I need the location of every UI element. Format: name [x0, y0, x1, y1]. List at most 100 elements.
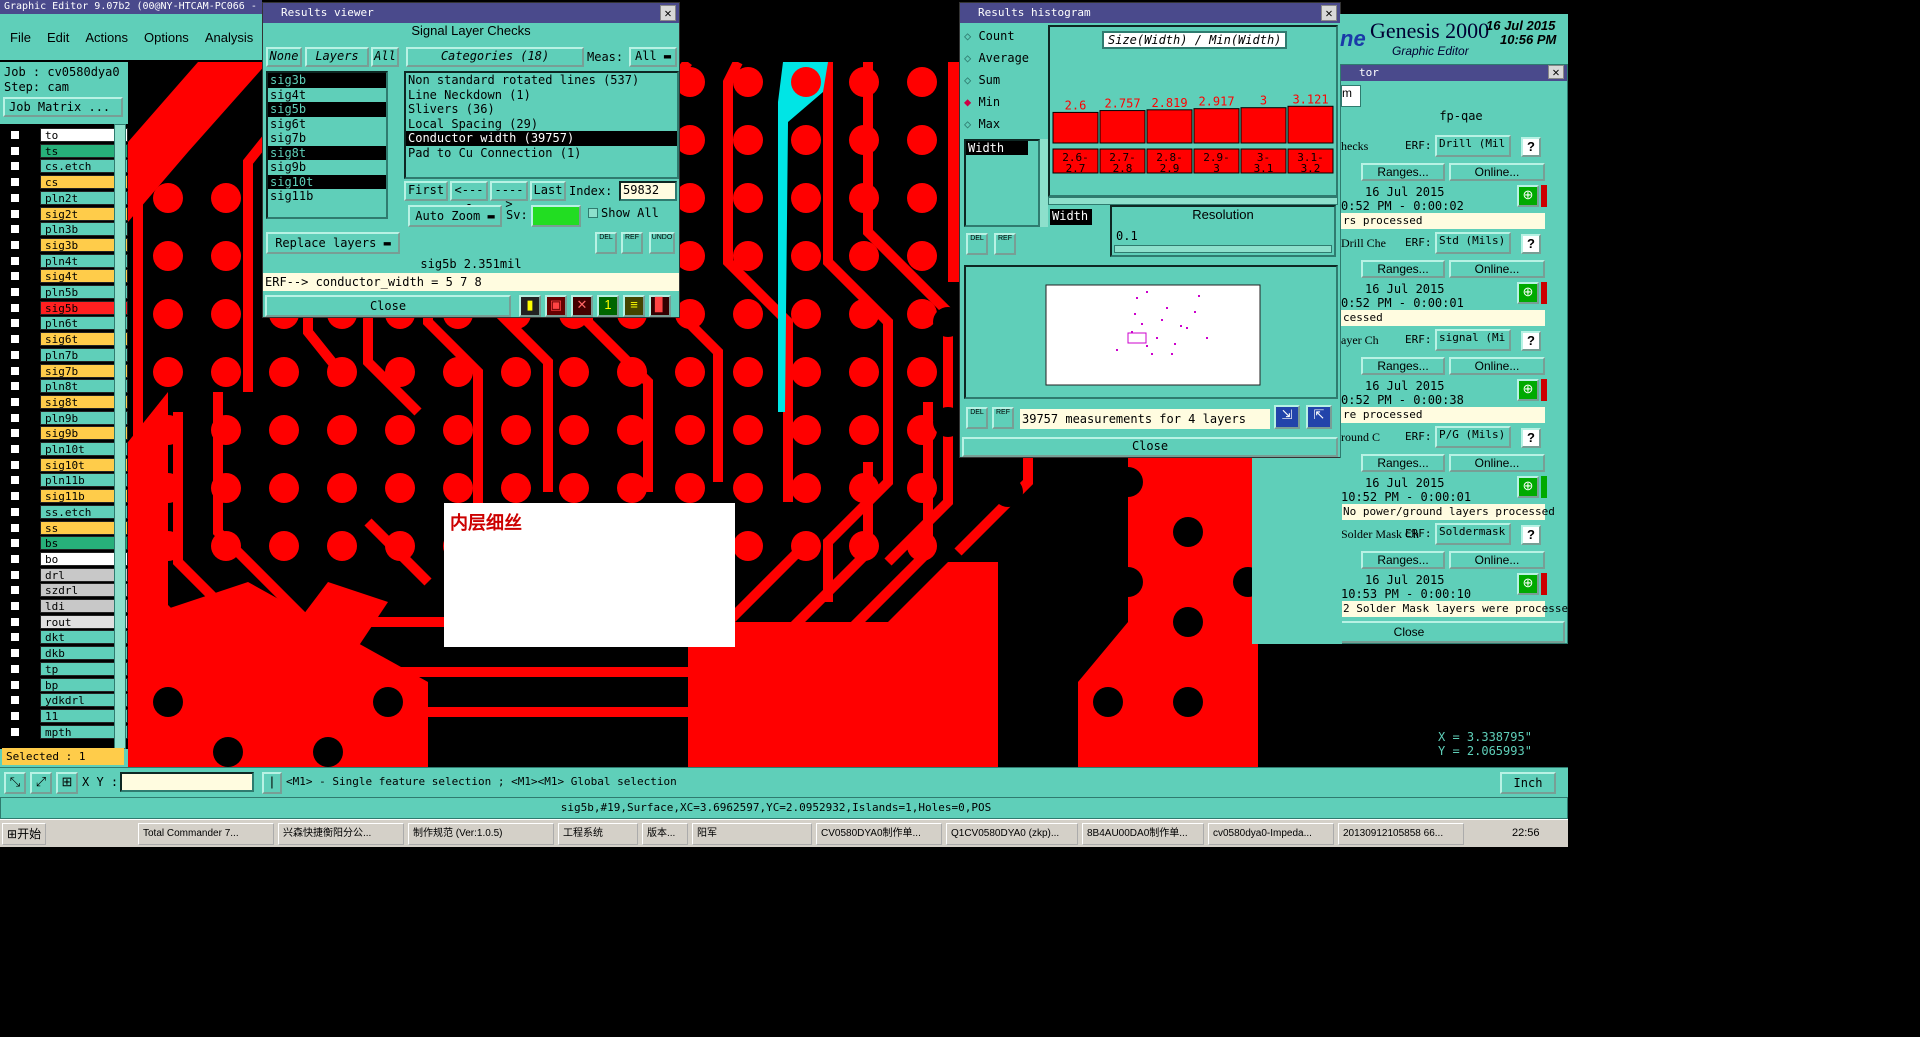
zoom-icon[interactable]: ⊕ — [1517, 282, 1539, 304]
show-all-checkbox[interactable] — [588, 208, 598, 218]
taskbar-item[interactable]: CV0580DYA0制作单... — [816, 823, 942, 845]
layer-checkbox[interactable] — [10, 710, 20, 721]
layer-row[interactable]: mpth — [6, 724, 128, 739]
h-del-button[interactable]: DEL — [966, 233, 988, 255]
replace-layers-dropdown[interactable]: Replace layers ▬ — [266, 232, 400, 254]
layer-row[interactable]: pln6t — [6, 316, 128, 331]
sv-color-dropdown[interactable] — [531, 205, 581, 227]
minimap[interactable] — [964, 265, 1338, 399]
histogram-bar[interactable] — [1287, 105, 1334, 144]
layer-checkbox[interactable] — [10, 287, 20, 297]
result-layer-item[interactable]: sig6t — [268, 117, 386, 132]
layer-row[interactable]: szdrl — [6, 583, 128, 598]
del-button[interactable]: DEL — [595, 232, 617, 254]
layer-row[interactable]: ss — [6, 520, 128, 535]
checklist-titlebar[interactable]: tor ✕ — [1341, 65, 1567, 81]
layer-checkbox[interactable] — [10, 428, 20, 439]
layer-checkbox[interactable] — [10, 522, 20, 533]
rv-tool-icon-2[interactable]: ▣ — [545, 295, 567, 317]
layer-checkbox[interactable] — [10, 130, 20, 140]
units-label[interactable]: Inch — [1500, 772, 1556, 794]
result-layer-item[interactable]: sig10t — [268, 174, 386, 189]
layer-checkbox[interactable] — [10, 349, 20, 360]
layer-checkbox[interactable] — [10, 679, 20, 690]
layer-checkbox[interactable] — [10, 538, 20, 549]
layer-row[interactable]: dkt — [6, 630, 128, 645]
check-name[interactable]: Drill Che — [1341, 236, 1386, 251]
field-vscroll[interactable] — [1040, 139, 1048, 227]
next-button[interactable]: ----> — [490, 181, 528, 211]
ranges-button[interactable]: Ranges... — [1361, 357, 1445, 375]
category-item[interactable]: Pad to Cu Connection (1) — [406, 146, 677, 161]
prev-button[interactable]: <---- — [450, 181, 488, 211]
checklist-close-icon[interactable]: ✕ — [1548, 65, 1564, 79]
layer-checkbox[interactable] — [10, 177, 20, 188]
layer-checkbox[interactable] — [10, 255, 20, 266]
layer-checkbox[interactable] — [10, 648, 20, 659]
layer-row[interactable]: bp — [6, 677, 128, 692]
results-viewer-titlebar[interactable]: Results viewer ✕ — [263, 3, 679, 23]
layer-row[interactable]: tp — [6, 661, 128, 676]
pan-tool-icon[interactable]: ⤢ — [30, 772, 52, 794]
layer-row[interactable]: pln3b — [6, 222, 128, 237]
rv-tool-icon-1[interactable]: ▮ — [519, 295, 541, 317]
h-del-button-2[interactable]: DEL — [966, 407, 988, 429]
zoom-icon[interactable]: ⊕ — [1517, 379, 1539, 401]
layer-checkbox[interactable] — [10, 585, 20, 596]
h-export-icon[interactable]: ⇲ — [1274, 405, 1300, 429]
field-selected-box[interactable]: Width — [1050, 209, 1092, 225]
xy-input[interactable] — [120, 772, 254, 792]
layer-checkbox[interactable] — [10, 224, 20, 235]
histogram-bar[interactable] — [1240, 107, 1287, 144]
layer-row[interactable]: sig6t — [6, 332, 128, 347]
taskbar-item[interactable]: cv0580dya0-Impeda... — [1208, 823, 1334, 845]
main-title-bar[interactable]: Graphic Editor 9.07b2 (00@NY-HTCAM-PC066… — [0, 0, 262, 14]
histogram-bar[interactable] — [1146, 109, 1193, 144]
layers-tab[interactable]: Layers — [305, 47, 369, 67]
menu-analysis[interactable]: Analysis — [205, 30, 253, 45]
online-button[interactable]: Online... — [1449, 260, 1545, 278]
layer-checkbox[interactable] — [10, 239, 20, 250]
categories-tab[interactable]: Categories (18) — [406, 47, 584, 67]
online-button[interactable]: Online... — [1449, 551, 1545, 569]
layer-checkbox[interactable] — [10, 663, 20, 674]
auto-zoom-dropdown[interactable]: Auto Zoom ▬ — [408, 205, 502, 227]
histogram-close-button[interactable]: Close — [962, 437, 1338, 457]
zoom-icon[interactable]: ⊕ — [1517, 573, 1539, 595]
layer-row[interactable]: to — [6, 128, 128, 142]
rv-tool-icon-4[interactable]: 1 — [597, 295, 619, 317]
layer-checkbox[interactable] — [10, 616, 20, 627]
layer-row[interactable]: sig9b — [6, 426, 128, 441]
layer-row[interactable]: ss.etch — [6, 504, 128, 519]
category-list[interactable]: Non standard rotated lines (537) Line Nec… — [404, 71, 679, 179]
layer-row[interactable]: dkb — [6, 646, 128, 661]
resolution-slider[interactable] — [1114, 245, 1332, 253]
help-icon[interactable]: ? — [1521, 331, 1541, 351]
taskbar-item[interactable]: 兴森快捷衡阳分公... — [278, 823, 404, 845]
layer-checkbox[interactable] — [10, 334, 20, 345]
meas-dropdown[interactable]: All ▬ — [629, 47, 677, 67]
field-width[interactable]: Width — [966, 141, 1028, 155]
layer-checkbox[interactable] — [10, 459, 20, 470]
none-button[interactable]: None — [266, 47, 302, 67]
result-layer-item[interactable]: sig9b — [268, 160, 386, 175]
menu-file[interactable]: File — [10, 30, 31, 45]
layer-row[interactable]: bs — [6, 536, 128, 551]
histogram-close-icon[interactable]: ✕ — [1321, 5, 1337, 21]
layer-checkbox[interactable] — [10, 601, 20, 611]
histogram-titlebar[interactable]: Results histogram ✕ — [960, 3, 1340, 23]
layer-checkbox[interactable] — [10, 192, 20, 203]
rv-close-button[interactable]: Close — [265, 295, 511, 317]
layer-row[interactable]: bo — [6, 551, 128, 566]
h-ref-button-2[interactable]: REF — [992, 407, 1014, 429]
online-button[interactable]: Online... — [1449, 454, 1545, 472]
check-name[interactable]: hecks — [1341, 139, 1368, 154]
layer-checkbox[interactable] — [10, 208, 20, 219]
erf-value[interactable]: signal (Mi — [1435, 329, 1511, 351]
layer-checkbox[interactable] — [10, 726, 20, 737]
help-icon[interactable]: ? — [1521, 525, 1541, 545]
erf-value[interactable]: P/G (Mils) — [1435, 426, 1511, 448]
category-item[interactable]: Non standard rotated lines (537) — [406, 73, 677, 88]
result-layer-item[interactable]: sig4t — [268, 88, 386, 103]
layer-row[interactable]: pln8t — [6, 379, 128, 394]
